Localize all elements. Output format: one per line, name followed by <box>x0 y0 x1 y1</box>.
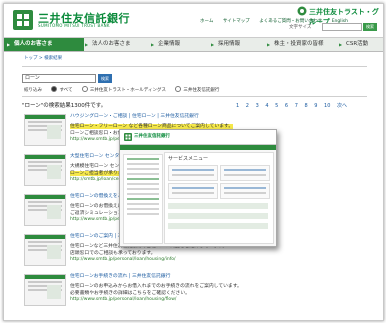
breadcrumb[interactable]: トップ > 検索結果 <box>24 55 62 61</box>
scope-option-holdings[interactable]: 三井住友トラスト・ホールディングス <box>81 86 166 93</box>
page-link[interactable]: 8 <box>304 103 307 109</box>
radio-icon[interactable] <box>175 86 182 92</box>
page-link[interactable]: 7 <box>295 103 298 109</box>
preview-card <box>220 165 270 181</box>
site-search-button[interactable]: 検索 <box>363 23 377 31</box>
site-header: 三井住友信託銀行 SUMITOMO MITSUI TRUST BANK 三井住友… <box>4 4 383 36</box>
scope-label: 絞り込み <box>24 87 42 93</box>
page-link[interactable]: 10 <box>324 103 330 109</box>
page-link[interactable]: 1 <box>236 103 239 109</box>
preview-main: サービスメニュー <box>164 152 274 244</box>
page-link[interactable]: 2 <box>246 103 249 109</box>
nav-item-personal[interactable]: 個人のお客さま <box>4 38 84 51</box>
preview-banner <box>168 223 268 229</box>
result-snippet: 住宅ローン・フリーローン など各種ローン商品についてご案内しています。 <box>70 124 234 129</box>
text-size-control: 文字サイズ <box>289 24 311 30</box>
preview-logo-text: 三井住友信託銀行 <box>134 134 170 139</box>
main-nav: 個人のお客さま 法人のお客さま 企業情報 採用情報 株主・投資家の皆様 CSR活… <box>4 37 383 52</box>
divider <box>22 96 367 97</box>
preview-banner <box>168 213 268 219</box>
nav-item-corporate[interactable]: 法人のお客さま <box>82 38 152 51</box>
site-search-input[interactable] <box>322 23 362 31</box>
preview-header: 三井住友信託銀行 <box>120 130 276 145</box>
page-link[interactable]: 9 <box>314 103 317 109</box>
preview-card <box>168 165 218 181</box>
page-link[interactable]: 6 <box>285 103 288 109</box>
result-item: 住宅ローンお手続きの流れ | 三井住友信託銀行 住宅ローンのお申込みからお借入れ… <box>24 272 369 308</box>
result-link[interactable]: 住宅ローンお手続きの流れ | 三井住友信託銀行 <box>70 272 170 279</box>
result-link[interactable]: ハウジングローン・ご相談 | 住宅ローン | 三井住友信託銀行 <box>70 112 199 119</box>
page-link[interactable]: 4 <box>265 103 268 109</box>
nav-item-recruit[interactable]: 採用情報 <box>208 38 262 51</box>
result-url[interactable]: http://www.smtb.jp/personal/loan/housing… <box>70 257 176 262</box>
results-summary: "ローン"の検索結果1300件です。 <box>22 103 107 109</box>
nav-item-company[interactable]: 企業情報 <box>148 38 202 51</box>
scope-filter: 絞り込み すべて 三井住友トラスト・ホールディングス 三井住友信託銀行 <box>24 86 227 93</box>
result-snippet: 住宅ローンのお申込みからお借入れまでのお手続きの流れをご案内しています。 <box>70 284 242 289</box>
search-input[interactable]: ローン <box>22 74 96 83</box>
result-thumbnail[interactable] <box>24 154 66 186</box>
radio-icon[interactable] <box>81 86 88 92</box>
page-link[interactable]: 5 <box>275 103 278 109</box>
page-preview-popup[interactable]: 三井住友信託銀行 サービスメニュー <box>119 129 277 247</box>
util-link-sitemap[interactable]: サイトマップ <box>223 19 250 24</box>
search-button[interactable]: 検索 <box>98 74 112 83</box>
result-snippet: 店頭窓口でのご相談も承っております。 <box>70 251 156 256</box>
result-thumbnail[interactable] <box>24 234 66 266</box>
pagination: 1 2 3 4 5 6 7 8 9 10 次へ <box>236 102 352 109</box>
preview-sidebar <box>123 154 163 244</box>
scope-option-all[interactable]: すべて <box>51 86 72 93</box>
bank-logo-icon[interactable] <box>12 9 34 31</box>
preview-banner <box>168 203 268 209</box>
browser-page: 三井住友信託銀行 SUMITOMO MITSUI TRUST BANK 三井住友… <box>3 3 384 321</box>
group-logo-icon <box>297 6 307 16</box>
result-url[interactable]: http://www.smtb.jp/personal/loan/housing… <box>70 297 176 302</box>
logo-subtext: SUMITOMO MITSUI TRUST BANK <box>38 23 110 28</box>
page-next-link[interactable]: 次へ <box>337 103 347 109</box>
radio-selected-icon[interactable] <box>51 86 58 92</box>
bank-logo-icon <box>124 133 132 141</box>
preview-section-title: サービスメニュー <box>168 156 209 162</box>
preview-card <box>168 183 218 199</box>
nav-item-csr[interactable]: CSR活動 <box>336 38 383 51</box>
text-size-label: 文字サイズ <box>289 25 312 30</box>
nav-item-investors[interactable]: 株主・投資家の皆様 <box>264 38 338 51</box>
page-link[interactable]: 3 <box>256 103 259 109</box>
result-thumbnail[interactable] <box>24 194 66 226</box>
result-thumbnail[interactable] <box>24 274 66 306</box>
scope-option-bank[interactable]: 三井住友信託銀行 <box>175 86 219 93</box>
util-link-home[interactable]: ホーム <box>200 19 213 24</box>
result-thumbnail[interactable] <box>24 114 66 146</box>
result-snippet: 必要書類やお手続きの詳細はこちらをご確認ください。 <box>70 291 190 296</box>
divider <box>22 66 367 67</box>
preview-nav-bar <box>120 145 276 150</box>
preview-card <box>220 183 270 199</box>
